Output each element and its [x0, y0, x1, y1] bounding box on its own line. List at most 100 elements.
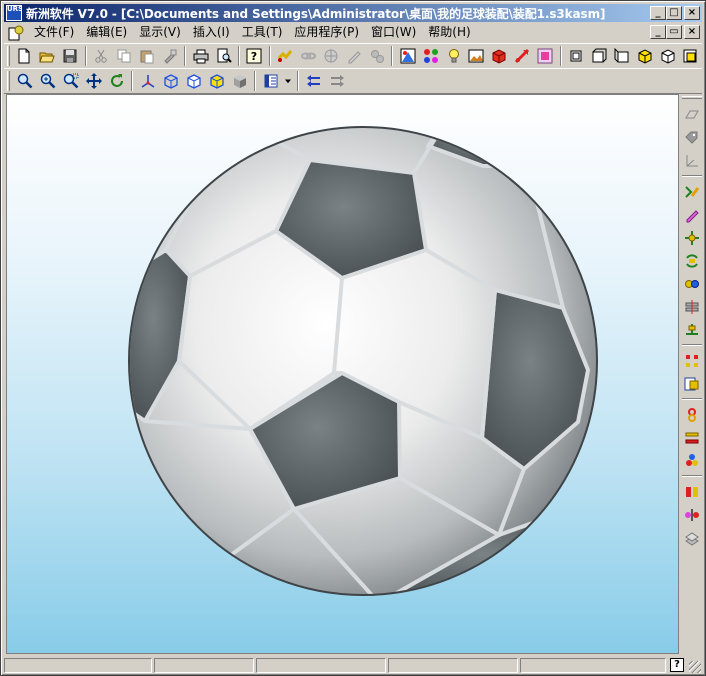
- globe-button[interactable]: [320, 45, 343, 67]
- open-folder-button[interactable]: [36, 45, 59, 67]
- soccer-ball-model[interactable]: [128, 126, 598, 596]
- pattern-button[interactable]: [681, 349, 703, 372]
- zoom-icon-glyph: [17, 73, 32, 89]
- doc-minimize-button[interactable]: _: [650, 25, 666, 39]
- context-help-button[interactable]: ?: [243, 45, 266, 67]
- axes-icon-glyph: [141, 75, 154, 88]
- hidden-line-cube-button[interactable]: [182, 70, 205, 92]
- redo-view-button[interactable]: [325, 70, 348, 92]
- gear-parts-button[interactable]: [365, 45, 388, 67]
- section-button[interactable]: [681, 526, 703, 549]
- menu-file[interactable]: 文件(F): [28, 23, 80, 42]
- replace-part-icon-glyph: [684, 377, 699, 390]
- undo-view-button[interactable]: [302, 70, 325, 92]
- close-button[interactable]: ×: [684, 6, 700, 20]
- tag-button[interactable]: [681, 126, 703, 149]
- toolbar-grip[interactable]: [7, 46, 10, 66]
- view-side-button[interactable]: [610, 45, 633, 67]
- edit-part-icon-glyph: [686, 209, 699, 222]
- app-icon[interactable]: URS: [6, 5, 22, 21]
- menu-insert[interactable]: 插入(I): [187, 23, 236, 42]
- toolbar-grip[interactable]: [682, 96, 702, 99]
- move-part-button[interactable]: [681, 226, 703, 249]
- menu-edit[interactable]: 编辑(E): [80, 23, 133, 42]
- wireframe-cube-icon-glyph: [163, 74, 178, 89]
- toolbar-separator: [682, 175, 702, 177]
- zoom-in-icon-glyph: [40, 73, 55, 89]
- light-bulb-icon-glyph: [448, 49, 459, 63]
- menu-view[interactable]: 显示(V): [133, 23, 187, 42]
- minimize-button[interactable]: _: [650, 6, 666, 20]
- zoom-window-button[interactable]: [59, 70, 82, 92]
- status-panel-message: [4, 657, 152, 673]
- rotate-part-button[interactable]: [681, 249, 703, 272]
- insert-button[interactable]: [681, 480, 703, 503]
- print-preview-button[interactable]: [212, 45, 235, 67]
- plane-button[interactable]: [681, 103, 703, 126]
- color-balls-button[interactable]: [419, 45, 442, 67]
- toolbar-grip[interactable]: [7, 71, 10, 91]
- explode-arrow-button[interactable]: [511, 45, 534, 67]
- link-icon-glyph: [301, 52, 317, 60]
- rotate-icon-glyph: [110, 74, 123, 87]
- size-grip[interactable]: [689, 661, 701, 673]
- menu-tools[interactable]: 工具(T): [236, 23, 289, 42]
- concentric-button[interactable]: [681, 403, 703, 426]
- background-image-button[interactable]: [465, 45, 488, 67]
- replace-part-button[interactable]: [681, 372, 703, 395]
- save-disk-button[interactable]: [59, 45, 82, 67]
- coordinate-button[interactable]: [681, 149, 703, 172]
- title-bar[interactable]: URS 新洲软件 V7.0 - [C:\Documents and Settin…: [4, 4, 702, 22]
- view-list-button[interactable]: [259, 70, 282, 92]
- view-iso-shaded-button[interactable]: [633, 45, 656, 67]
- document-menu-icon[interactable]: [8, 25, 24, 41]
- axes-button[interactable]: [136, 70, 159, 92]
- menu-help[interactable]: 帮助(H): [422, 23, 476, 42]
- view-top-button[interactable]: [587, 45, 610, 67]
- new-file-button[interactable]: [13, 45, 36, 67]
- toolbar-separator: [559, 46, 562, 66]
- constraint-button[interactable]: [681, 272, 703, 295]
- fix-button[interactable]: [681, 503, 703, 526]
- shaded-cube-button[interactable]: [228, 70, 251, 92]
- tangent-button[interactable]: [681, 449, 703, 472]
- format-painter-button[interactable]: [158, 45, 181, 67]
- shaded-edges-cube-button[interactable]: [205, 70, 228, 92]
- parallel-button[interactable]: [681, 426, 703, 449]
- 3d-viewport[interactable]: [6, 94, 679, 654]
- view-iso-hidden-button[interactable]: [679, 45, 702, 67]
- toolbar-separator: [238, 46, 241, 66]
- palette-button[interactable]: [396, 45, 419, 67]
- rotate-button[interactable]: [105, 70, 128, 92]
- maximize-button[interactable]: □: [666, 6, 682, 20]
- view-front-button[interactable]: [565, 45, 588, 67]
- help-question-icon[interactable]: ?: [670, 658, 684, 672]
- zoom-button[interactable]: [13, 70, 36, 92]
- material-button[interactable]: [534, 45, 557, 67]
- view-side-icon-glyph: [614, 48, 629, 63]
- print-button[interactable]: [189, 45, 212, 67]
- pan-button[interactable]: [82, 70, 105, 92]
- snap-button[interactable]: [274, 45, 297, 67]
- link-button[interactable]: [297, 45, 320, 67]
- render-cube-button[interactable]: [488, 45, 511, 67]
- doc-restore-button[interactable]: ▭: [666, 25, 682, 39]
- align-button[interactable]: [681, 318, 703, 341]
- mate-button[interactable]: [681, 295, 703, 318]
- doc-close-button[interactable]: ×: [684, 25, 700, 39]
- menu-applications[interactable]: 应用程序(P): [288, 23, 365, 42]
- menu-window[interactable]: 窗口(W): [365, 23, 422, 42]
- zoom-in-button[interactable]: [36, 70, 59, 92]
- place-part-button[interactable]: [681, 180, 703, 203]
- sketch-pen-button[interactable]: [343, 45, 366, 67]
- status-bar: ?: [4, 656, 702, 674]
- edit-part-button[interactable]: [681, 203, 703, 226]
- light-bulb-button[interactable]: [442, 45, 465, 67]
- paste-button[interactable]: [135, 45, 158, 67]
- wireframe-cube-button[interactable]: [159, 70, 182, 92]
- cut-scissors-button[interactable]: [90, 45, 113, 67]
- view-dropdown-button[interactable]: [282, 70, 294, 92]
- view-iso-hidden-icon-glyph: [683, 49, 697, 63]
- view-iso-wire-button[interactable]: [656, 45, 679, 67]
- copy-button[interactable]: [113, 45, 136, 67]
